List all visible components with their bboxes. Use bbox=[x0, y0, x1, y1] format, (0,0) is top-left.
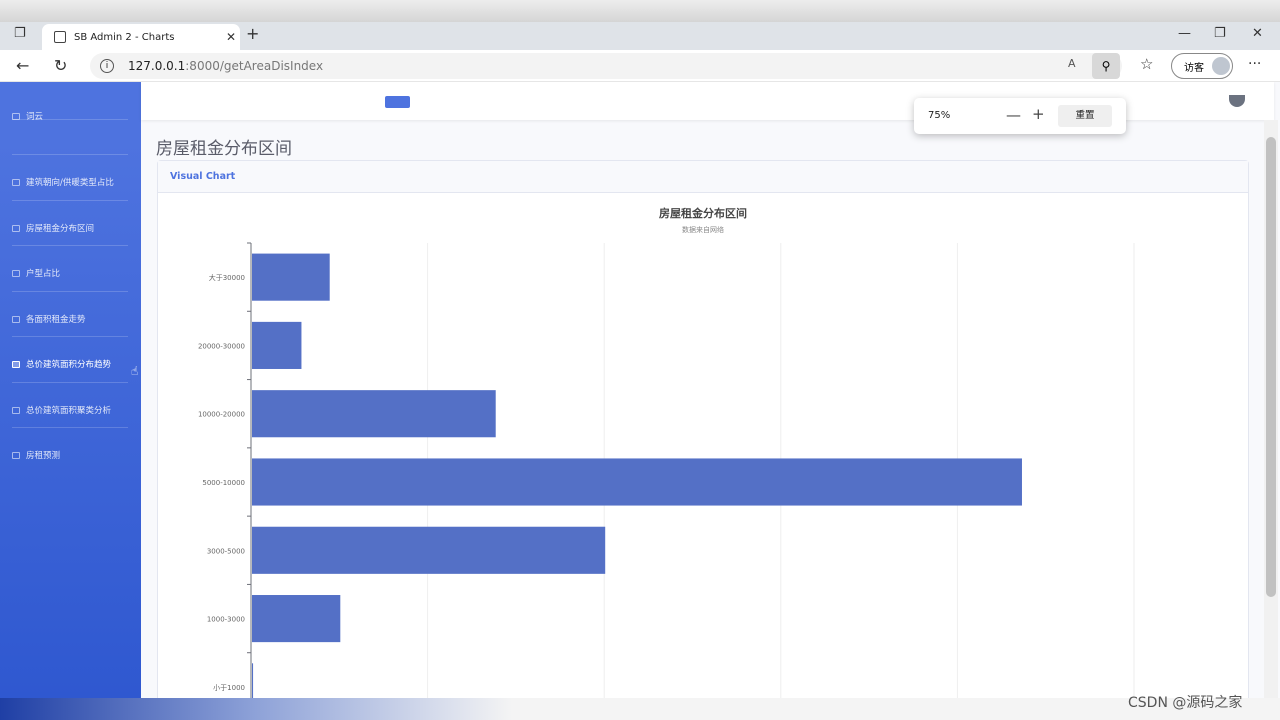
y-tick-label: 20000-30000 bbox=[198, 342, 245, 350]
browser-tab[interactable]: SB Admin 2 - Charts ✕ bbox=[42, 24, 240, 50]
table-icon bbox=[12, 224, 20, 232]
sidebar-item-label: 词云 bbox=[26, 112, 44, 122]
more-icon[interactable]: ··· bbox=[1248, 56, 1261, 72]
y-tick-label: 5000-10000 bbox=[202, 479, 245, 487]
bar bbox=[252, 458, 1022, 506]
profile-button[interactable]: 访客 bbox=[1171, 53, 1233, 79]
table-icon bbox=[12, 315, 20, 323]
y-tick-label: 大于30000 bbox=[209, 273, 245, 282]
chart-subtitle: 数据来自网络 bbox=[682, 225, 724, 234]
tab-title: SB Admin 2 - Charts bbox=[74, 31, 175, 43]
tab-bar: ❐ SB Admin 2 - Charts ✕ + — ❐ ✕ bbox=[0, 22, 1280, 50]
zoom-popup: 75% — + 重置 bbox=[914, 98, 1126, 134]
profile-label: 访客 bbox=[1184, 62, 1204, 74]
bar bbox=[252, 526, 606, 574]
y-tick-label: 1000-3000 bbox=[207, 616, 245, 624]
sidebar-item-cluster[interactable]: 总价建筑面积聚类分析 bbox=[12, 400, 128, 420]
watermark: CSDN @源码之家 bbox=[1128, 695, 1243, 711]
chart-title: 房屋租金分布区间 bbox=[659, 206, 747, 220]
user-avatar[interactable] bbox=[1229, 95, 1245, 107]
close-window-icon[interactable]: ✕ bbox=[1252, 26, 1263, 41]
mouse-cursor: ☝ bbox=[131, 364, 139, 378]
sidebar-item-layout[interactable]: 户型占比 bbox=[12, 263, 128, 283]
sidebar-item-label: 户型占比 bbox=[26, 269, 61, 279]
browser-window: ❐ SB Admin 2 - Charts ✕ + — ❐ ✕ ← ↻ i 12… bbox=[0, 22, 1280, 698]
page-icon bbox=[54, 31, 66, 43]
table-icon bbox=[12, 360, 20, 368]
zoom-in-button[interactable]: + bbox=[1032, 105, 1045, 123]
avatar bbox=[1212, 57, 1230, 75]
scrollbar-thumb[interactable] bbox=[1266, 137, 1276, 597]
sidebar-item-label: 房屋租金分布区间 bbox=[26, 224, 95, 234]
sidebar-item-prediction[interactable]: 房租预测 bbox=[12, 445, 128, 465]
sidebar: 词云 建筑朝向/供暖类型占比 房屋租金分布区间 户型占比 各面积租金走势 总价建… bbox=[0, 82, 141, 698]
sidebar-item-label: 总价建筑面积聚类分析 bbox=[26, 406, 112, 416]
sidebar-item-wordcloud[interactable]: 词云 bbox=[12, 106, 128, 126]
y-tick-label: 3000-5000 bbox=[207, 547, 245, 555]
sidebar-item-total-area-trend[interactable]: 总价建筑面积分布趋势 bbox=[12, 354, 128, 374]
sidebar-item-label: 建筑朝向/供暖类型占比 bbox=[26, 178, 114, 188]
read-aloud-icon[interactable]: A bbox=[1068, 57, 1076, 70]
back-icon[interactable]: ← bbox=[16, 56, 29, 75]
page-viewport: 词云 建筑朝向/供暖类型占比 房屋租金分布区间 户型占比 各面积租金走势 总价建… bbox=[0, 82, 1280, 698]
zoom-out-button[interactable]: — bbox=[1006, 106, 1021, 124]
bar bbox=[252, 595, 341, 643]
bar bbox=[252, 321, 302, 369]
sidebar-item-label: 房租预测 bbox=[26, 451, 61, 461]
url-host: 127.0.0.1 bbox=[128, 59, 186, 73]
search-button[interactable] bbox=[385, 96, 410, 108]
sidebar-item-orientation[interactable]: 建筑朝向/供暖类型占比 bbox=[12, 172, 128, 192]
table-icon bbox=[12, 451, 20, 459]
zoom-icon[interactable]: ⚲ bbox=[1092, 53, 1120, 79]
bar bbox=[252, 253, 330, 301]
chart-icon bbox=[12, 178, 20, 186]
refresh-icon[interactable]: ↻ bbox=[54, 56, 67, 75]
bar-chart: 房屋租金分布区间数据来自网络大于30000 20000-30000 10000-20… bbox=[198, 206, 1135, 698]
bar bbox=[252, 663, 254, 698]
address-bar: ← ↻ i 127.0.0.1:8000/getAreaDisIndex bbox=[0, 50, 1280, 82]
minimize-icon[interactable]: — bbox=[1178, 26, 1191, 41]
bar bbox=[252, 390, 496, 438]
site-info-icon[interactable]: i bbox=[100, 59, 114, 73]
new-tab-button[interactable]: + bbox=[246, 24, 259, 43]
sidebar-item-label: 总价建筑面积分布趋势 bbox=[26, 360, 112, 370]
zoom-level: 75% bbox=[928, 110, 951, 121]
y-tick-label: 小于1000 bbox=[213, 683, 245, 692]
favorites-icon[interactable]: ☆ bbox=[1140, 55, 1153, 73]
sidebar-item-label: 各面积租金走势 bbox=[26, 315, 86, 325]
restore-icon[interactable]: ❐ bbox=[1214, 26, 1226, 41]
chart-card: Visual Chart 房屋租金分布区间数据来自网络大于30000 20000-… bbox=[157, 160, 1249, 698]
table-icon bbox=[12, 269, 20, 277]
url-path: :8000/getAreaDisIndex bbox=[185, 59, 324, 73]
table-icon bbox=[12, 406, 20, 414]
close-tab-icon[interactable]: ✕ bbox=[222, 30, 240, 44]
url-field[interactable]: i 127.0.0.1:8000/getAreaDisIndex bbox=[90, 53, 1122, 79]
page-title: 房屋租金分布区间 bbox=[156, 139, 292, 159]
tab-actions-icon[interactable]: ❐ bbox=[14, 26, 26, 41]
sidebar-item-area-trend[interactable]: 各面积租金走势 bbox=[12, 309, 128, 329]
y-tick-label: 10000-20000 bbox=[198, 411, 245, 419]
sidebar-item-rent-range[interactable]: 房屋租金分布区间 bbox=[12, 218, 128, 238]
chart-icon bbox=[12, 112, 20, 120]
zoom-reset-button[interactable]: 重置 bbox=[1058, 105, 1112, 127]
card-title: Visual Chart bbox=[158, 161, 1248, 193]
